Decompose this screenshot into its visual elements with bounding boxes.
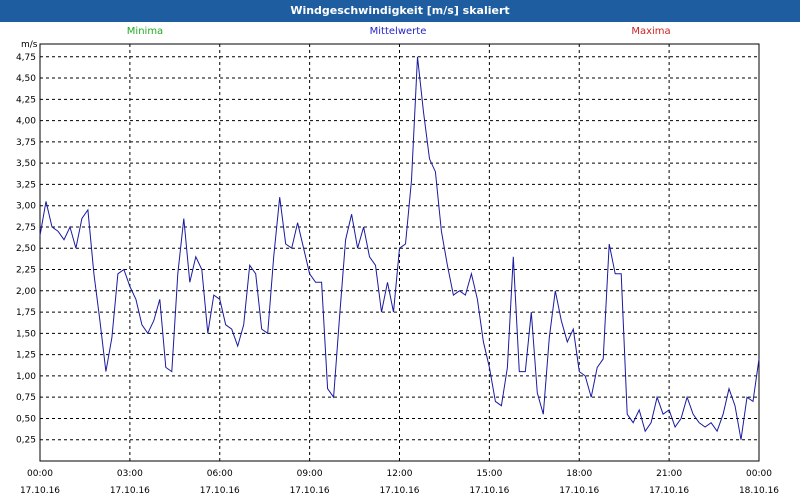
y-tick-label: 2,25 (16, 266, 36, 276)
x-tick-time: 09:00 (297, 469, 323, 479)
y-tick-label: 2,00 (16, 287, 36, 297)
x-tick-date: 17.10.16 (110, 486, 150, 496)
x-tick-time: 00:00 (27, 469, 53, 479)
x-tick-time: 21:00 (656, 469, 682, 479)
y-tick-label: 4,25 (16, 95, 36, 105)
x-tick-date: 17.10.16 (649, 486, 689, 496)
y-tick-label: 1,75 (16, 308, 36, 318)
y-tick-label: 1,00 (16, 372, 36, 382)
x-tick-time: 03:00 (117, 469, 143, 479)
y-tick-labels: 0,25 0,50 0,75 1,00 1,25 1,50 1,75 2,00 2,25 2,50… (16, 53, 36, 446)
x-tick-time: 12:00 (387, 469, 413, 479)
y-tick-label: 0,50 (16, 414, 36, 424)
y-tick-label: 2,50 (16, 244, 36, 254)
line-chart: 0,25 0,50 0,75 1,00 1,25 1,50 1,75 2,00 2,25 2,50… (16, 43, 779, 496)
x-tick-date: 17.10.16 (379, 486, 419, 496)
y-tick-label: 4,50 (16, 74, 36, 84)
y-tick-label: 3,25 (16, 180, 36, 190)
y-tick-label: 4,00 (16, 117, 36, 127)
x-tick-date: 18.10.16 (739, 486, 779, 496)
y-tick-label: 0,25 (16, 436, 36, 446)
x-tick-date: 17.10.16 (20, 486, 60, 496)
y-tick-label: 3,50 (16, 159, 36, 169)
y-tick-label: 0,75 (16, 393, 36, 403)
chart-window: Windgeschwindigkeit [m/s] skaliert Minim… (0, 0, 800, 500)
x-tick-labels: 00:00 17.10.16 03:00 17.10.16 06:00 17.10.16 0… (20, 469, 779, 496)
y-tick-label: 2,75 (16, 223, 36, 233)
x-tick-date: 17.10.16 (290, 486, 330, 496)
y-tick-label: 1,25 (16, 351, 36, 361)
x-tick-time: 18:00 (566, 469, 592, 479)
x-tick-date: 17.10.16 (559, 486, 599, 496)
x-tick-time: 00:00 (746, 469, 772, 479)
x-tick-date: 17.10.16 (200, 486, 240, 496)
x-tick-time: 06:00 (207, 469, 233, 479)
y-tick-label: 1,50 (16, 329, 36, 339)
x-tick-date: 17.10.16 (469, 486, 509, 496)
x-tick-time: 15:00 (476, 469, 502, 479)
y-tick-label: 4,75 (16, 53, 36, 63)
y-tick-label: 3,00 (16, 202, 36, 212)
y-tick-label: 3,75 (16, 138, 36, 148)
